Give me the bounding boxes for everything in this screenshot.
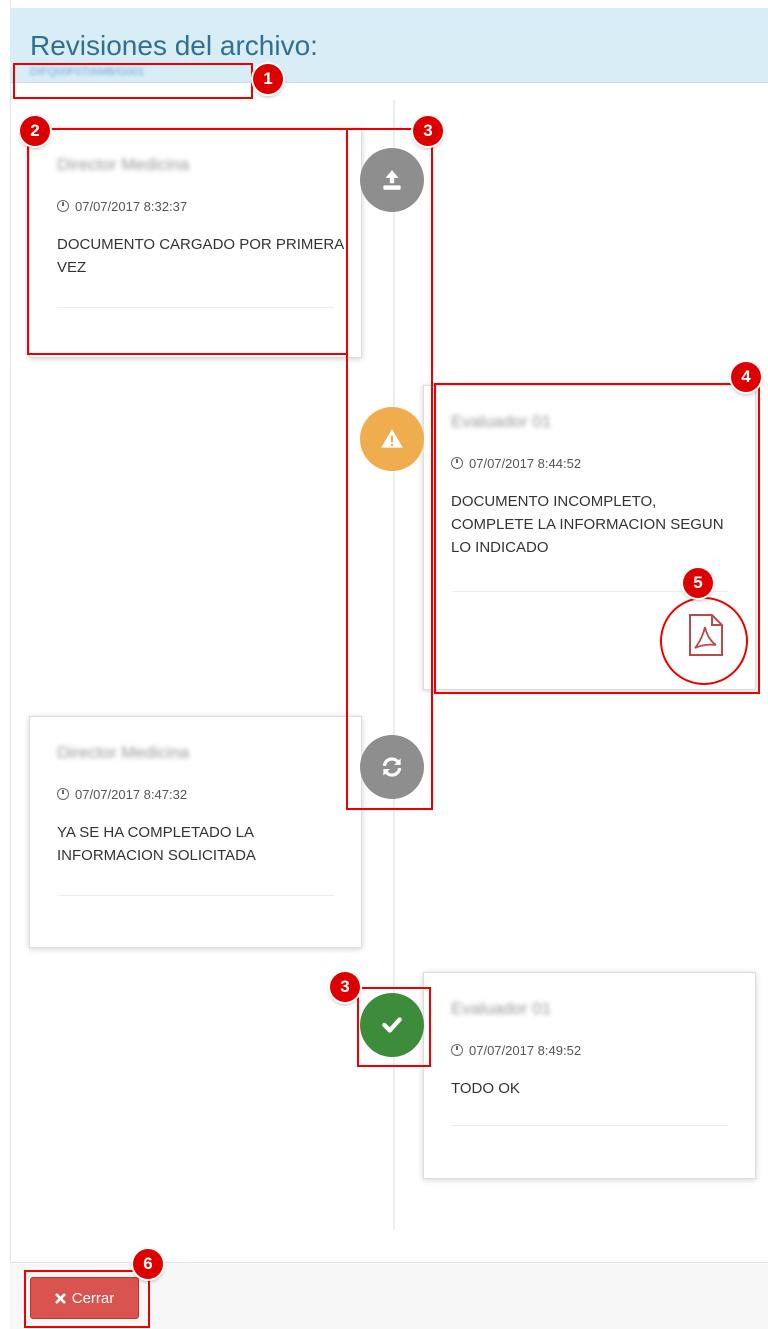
check-icon (382, 1017, 402, 1033)
card-author: Director Medicina (57, 743, 190, 762)
warning-icon (381, 429, 403, 448)
clock-icon (451, 1044, 463, 1056)
status-node-warning (360, 407, 424, 471)
card-divider (451, 1125, 728, 1126)
card-date: 07/07/2017 8:47:32 (57, 787, 187, 802)
card-message: YA SE HA COMPLETADO LA INFORMACION SOLIC… (57, 824, 256, 864)
annotation-badge-2: 2 (20, 116, 50, 146)
card-author: Evaluador 01 (451, 412, 552, 431)
card-divider (57, 895, 334, 896)
card-date: 07/07/2017 8:49:52 (451, 1043, 581, 1058)
annotation-badge-1: 1 (253, 64, 283, 94)
status-node-upload (360, 148, 424, 212)
card-divider (57, 307, 334, 308)
timeline-card: Evaluador 01 07/07/2017 8:49:52 TODO OK (423, 972, 756, 1179)
annotation-badge-4: 4 (731, 362, 761, 392)
card-author: Evaluador 01 (451, 999, 552, 1018)
card-message: DOCUMENTO CARGADO POR PRIMERA VEZ (57, 236, 344, 276)
clock-icon (57, 788, 69, 800)
refresh-icon (382, 757, 402, 777)
modal-title: Revisiones del archivo: (30, 30, 318, 61)
status-node-refresh (360, 735, 424, 799)
clock-icon (451, 457, 463, 469)
close-icon (55, 1292, 66, 1304)
annotation-badge-5: 5 (683, 568, 713, 598)
card-date: 07/07/2017 8:44:52 (451, 456, 581, 471)
timeline-card: Director Medicina 07/07/2017 8:32:37 DOC… (29, 128, 362, 358)
card-date: 07/07/2017 8:32:37 (57, 199, 187, 214)
close-button-label: Cerrar (71, 1289, 115, 1307)
annotation-badge-6: 6 (133, 1249, 163, 1279)
timeline-line (393, 100, 395, 1230)
card-message: DOCUMENTO INCOMPLETO, COMPLETE LA INFORM… (451, 493, 724, 556)
clock-icon (57, 200, 69, 212)
annotation-badge-3: 3 (413, 116, 443, 146)
timeline-card: Director Medicina 07/07/2017 8:47:32 YA … (29, 716, 362, 948)
status-node-check (360, 993, 424, 1057)
upload-icon (383, 170, 401, 190)
close-button[interactable]: Cerrar (30, 1277, 139, 1319)
card-message: TODO OK (451, 1080, 520, 1097)
card-author: Director Medicina (57, 155, 190, 174)
annotation-badge-3b: 3 (330, 972, 360, 1002)
file-name: DIFQ00F07/AMB/G001 (30, 66, 145, 78)
annotation-circle-5 (660, 597, 748, 685)
